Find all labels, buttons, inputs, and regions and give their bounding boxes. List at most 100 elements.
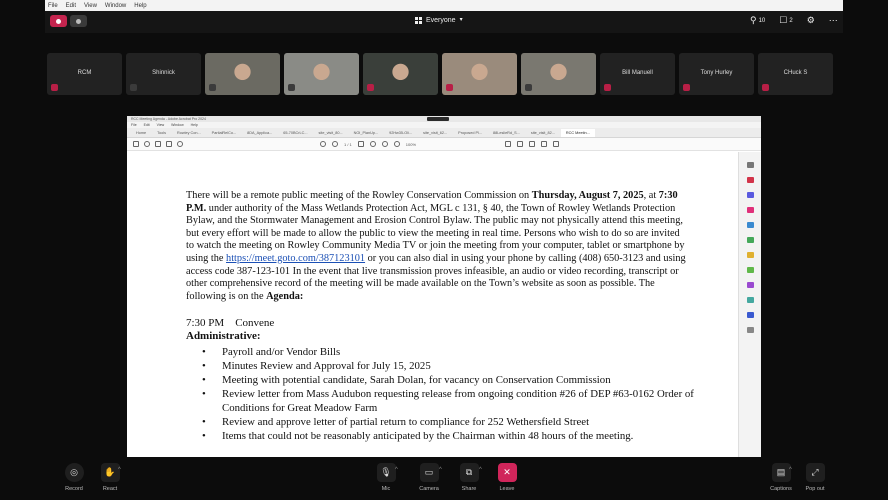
print-icon[interactable] bbox=[155, 141, 161, 147]
camera-options-caret[interactable]: ^ bbox=[439, 467, 442, 473]
edit-pdf-icon[interactable] bbox=[747, 222, 754, 228]
protect-icon[interactable] bbox=[747, 297, 754, 303]
pdf-page: There will be a remote public meeting of… bbox=[127, 152, 738, 457]
more-tools-icon[interactable] bbox=[747, 327, 754, 333]
acrobat-tab[interactable]: 8DA_Applica... bbox=[242, 129, 277, 137]
sign-icon[interactable] bbox=[541, 141, 547, 147]
page-indicator[interactable]: 1 / 1 bbox=[344, 142, 352, 147]
acrobat-tab[interactable]: NOI_PlanUp... bbox=[349, 129, 383, 137]
highlight-icon[interactable] bbox=[529, 141, 535, 147]
pen-icon[interactable] bbox=[517, 141, 523, 147]
participants-button[interactable]: ⚲ 10 bbox=[750, 16, 765, 25]
page-up-icon[interactable] bbox=[320, 141, 326, 147]
acrobat-tab[interactable]: 88LeslieRd_S... bbox=[488, 129, 525, 137]
stamp-icon[interactable] bbox=[553, 141, 559, 147]
participant-tile[interactable] bbox=[521, 53, 596, 95]
acro-menu-window[interactable]: Window bbox=[171, 123, 183, 127]
participant-name: Shinnick bbox=[152, 70, 175, 76]
info-button[interactable] bbox=[70, 15, 87, 27]
comment-tool-icon[interactable] bbox=[747, 252, 754, 258]
upload-icon[interactable] bbox=[144, 141, 150, 147]
pop-out-button[interactable]: ⤢ Pop out bbox=[801, 463, 829, 492]
leave-button[interactable]: ✕ Leave bbox=[493, 463, 521, 492]
acrobat-tab[interactable]: RCC Meetin... bbox=[560, 129, 595, 137]
grid-icon bbox=[415, 17, 422, 24]
participant-name: Tony Hurley bbox=[700, 70, 733, 76]
fill-sign-icon[interactable] bbox=[747, 282, 754, 288]
page-down-icon[interactable] bbox=[332, 141, 338, 147]
chat-button[interactable]: ☐ 2 bbox=[779, 16, 792, 25]
participants-count: 10 bbox=[758, 17, 766, 24]
acro-menu-help[interactable]: Help bbox=[191, 123, 198, 127]
mic-muted-icon bbox=[367, 84, 374, 91]
acro-menu-view[interactable]: View bbox=[157, 123, 165, 127]
menu-file[interactable]: File bbox=[48, 3, 58, 9]
menu-edit[interactable]: Edit bbox=[66, 3, 76, 9]
save-icon[interactable] bbox=[133, 141, 139, 147]
participant-tile[interactable] bbox=[284, 53, 359, 95]
react-options-caret[interactable]: ^ bbox=[118, 467, 121, 473]
comment-icon[interactable] bbox=[505, 141, 511, 147]
participant-tile[interactable] bbox=[442, 53, 517, 95]
acrobat-tab[interactable]: site_visit_62... bbox=[418, 129, 452, 137]
meeting-link[interactable]: https://meet.goto.com/387123101 bbox=[226, 253, 365, 264]
menu-view[interactable]: View bbox=[84, 3, 97, 9]
gear-icon[interactable]: ⚙ bbox=[807, 16, 815, 25]
select-tool-icon[interactable] bbox=[357, 141, 364, 147]
acrobat-tab[interactable]: site_visit_82... bbox=[526, 129, 560, 137]
participant-tile[interactable] bbox=[363, 53, 438, 95]
more-options-icon[interactable]: ⋯ bbox=[829, 16, 838, 25]
acrobat-tab[interactable]: Home bbox=[131, 129, 151, 137]
participant-tile[interactable]: Shinnick bbox=[126, 53, 201, 95]
top-right-controls: ⚲ 10 ☐ 2 ⚙ ⋯ bbox=[750, 16, 838, 25]
acrobat-tab[interactable]: PartialRelCo... bbox=[207, 129, 241, 137]
close-icon: ✕ bbox=[497, 463, 517, 482]
acrobat-title-bar: RCC Meeting Agenda - Adobe Acrobat Pro 2… bbox=[127, 116, 761, 122]
acrobat-tab[interactable]: Rowley Con... bbox=[172, 129, 206, 137]
captions-options-caret[interactable]: ^ bbox=[789, 467, 792, 473]
participant-tile[interactable]: RCM bbox=[47, 53, 122, 95]
participant-tile[interactable]: Bill Manuell bbox=[600, 53, 675, 95]
record-indicator-button[interactable] bbox=[50, 15, 67, 27]
hand-icon: ✋ bbox=[100, 463, 120, 482]
record-icon: ◎ bbox=[64, 463, 84, 482]
create-pdf-icon[interactable] bbox=[747, 177, 754, 183]
acrobat-tab[interactable]: Tools bbox=[152, 129, 171, 137]
record-button[interactable]: ◎ Record bbox=[62, 463, 86, 492]
agenda-item: Review letter from Mass Audubon requesti… bbox=[186, 387, 706, 415]
zoom-out-icon[interactable] bbox=[381, 141, 388, 147]
search-icon[interactable] bbox=[177, 141, 183, 147]
export-pdf-icon[interactable] bbox=[747, 237, 754, 243]
menu-window[interactable]: Window bbox=[105, 3, 126, 9]
acrobat-tab[interactable]: 92Hw35-Oli... bbox=[384, 129, 417, 137]
acrobat-title: RCC Meeting Agenda - Adobe Acrobat Pro 2… bbox=[131, 117, 206, 121]
share-label-bottom: Share bbox=[461, 486, 477, 492]
acro-menu-edit[interactable]: Edit bbox=[144, 123, 150, 127]
participant-tile[interactable] bbox=[205, 53, 280, 95]
participant-video bbox=[363, 53, 438, 95]
acrobat-tab[interactable]: site_visit_80... bbox=[314, 129, 348, 137]
participant-video bbox=[205, 53, 280, 95]
email-icon[interactable] bbox=[166, 141, 172, 147]
share-options-caret[interactable]: ^ bbox=[479, 467, 482, 473]
mic-muted-icon bbox=[51, 84, 58, 91]
chat-icon: ☐ bbox=[779, 15, 788, 25]
participant-tile[interactable]: Tony Hurley bbox=[679, 53, 754, 95]
zoom-level[interactable]: 100% bbox=[406, 142, 416, 147]
scan-icon[interactable] bbox=[747, 267, 754, 273]
redact-icon[interactable] bbox=[747, 312, 754, 318]
hand-tool-icon[interactable] bbox=[369, 141, 376, 147]
chat-count: 2 bbox=[789, 17, 793, 24]
participant-name: RCM bbox=[77, 70, 92, 76]
view-selector[interactable]: Everyone ▾ bbox=[415, 16, 463, 25]
zoom-in-icon[interactable] bbox=[393, 141, 400, 147]
acrobat-tab[interactable]: 65-70BCrLC... bbox=[278, 129, 312, 137]
menu-help[interactable]: Help bbox=[134, 3, 146, 9]
acrobat-tab[interactable]: Proposed Pl... bbox=[453, 129, 487, 137]
organize-pages-icon[interactable] bbox=[747, 207, 754, 213]
combine-files-icon[interactable] bbox=[747, 192, 754, 198]
acro-menu-file[interactable]: File bbox=[131, 123, 137, 127]
participant-tile[interactable]: CHuck S bbox=[758, 53, 833, 95]
mic-options-caret[interactable]: ^ bbox=[395, 467, 398, 473]
zoom-tool-icon[interactable] bbox=[747, 162, 754, 168]
